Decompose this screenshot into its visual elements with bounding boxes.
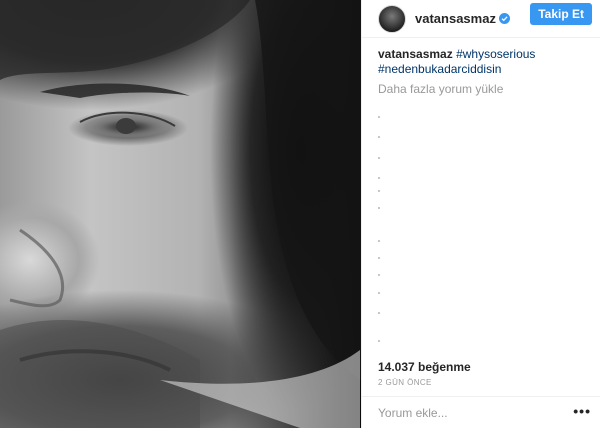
post-header: vatansasmaz Takip Et: [362, 0, 600, 38]
more-options-icon[interactable]: •••: [573, 404, 591, 418]
comment-placeholder-dot: [378, 190, 380, 192]
comment-input[interactable]: [378, 405, 574, 420]
post-sidebar: vatansasmaz Takip Et vatansasmaz #whysos…: [361, 0, 600, 428]
like-count[interactable]: 14.037 beğenme: [378, 360, 471, 374]
post-caption: vatansasmaz #whysoserious #nedenbukadarc…: [378, 47, 593, 77]
comment-placeholder-dot: [378, 257, 380, 259]
verified-badge-icon: [498, 13, 510, 24]
comment-placeholder-dot: [378, 292, 380, 294]
comment-bar: •••: [362, 396, 600, 428]
comment-placeholder-dot: [378, 177, 380, 179]
follow-button[interactable]: Takip Et: [530, 2, 592, 25]
load-more-comments-link[interactable]: Daha fazla yorum yükle: [378, 82, 503, 96]
comment-placeholder-dot: [378, 240, 380, 242]
username-link[interactable]: vatansasmaz: [415, 11, 496, 26]
hashtag-link[interactable]: #nedenbukadarciddisin: [378, 62, 501, 76]
caption-username[interactable]: vatansasmaz: [378, 47, 453, 61]
comment-placeholder-dot: [378, 340, 380, 342]
comment-placeholder-dot: [378, 116, 380, 118]
hashtag-link[interactable]: #whysoserious: [456, 47, 535, 61]
post-photo[interactable]: [0, 0, 361, 428]
photo-illustration: [0, 0, 361, 428]
comment-placeholder-dot: [378, 312, 380, 314]
comment-placeholder-dot: [378, 274, 380, 276]
comment-placeholder-dot: [378, 157, 380, 159]
comment-placeholder-dot: [378, 207, 380, 209]
post-timestamp: 2 GÜN ÖNCE: [378, 378, 432, 387]
comment-placeholder-dot: [378, 136, 380, 138]
avatar[interactable]: [378, 4, 406, 33]
